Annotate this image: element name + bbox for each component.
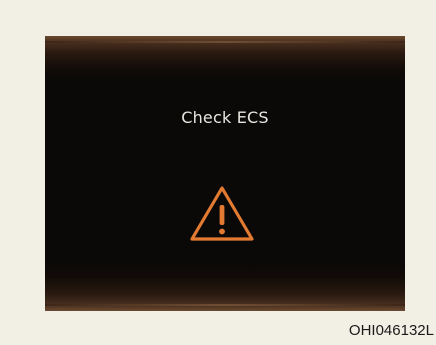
display-top-edge (45, 36, 405, 84)
instrument-cluster-display: Check ECS (45, 36, 405, 311)
display-bottom-edge-line (45, 304, 405, 306)
warning-triangle-icon (190, 186, 254, 241)
figure-code-label: OHI046132L (348, 322, 434, 339)
display-top-edge-line (45, 41, 405, 43)
figure-page: Check ECS OHI046132L (0, 0, 436, 345)
warning-message: Check ECS (181, 108, 269, 127)
